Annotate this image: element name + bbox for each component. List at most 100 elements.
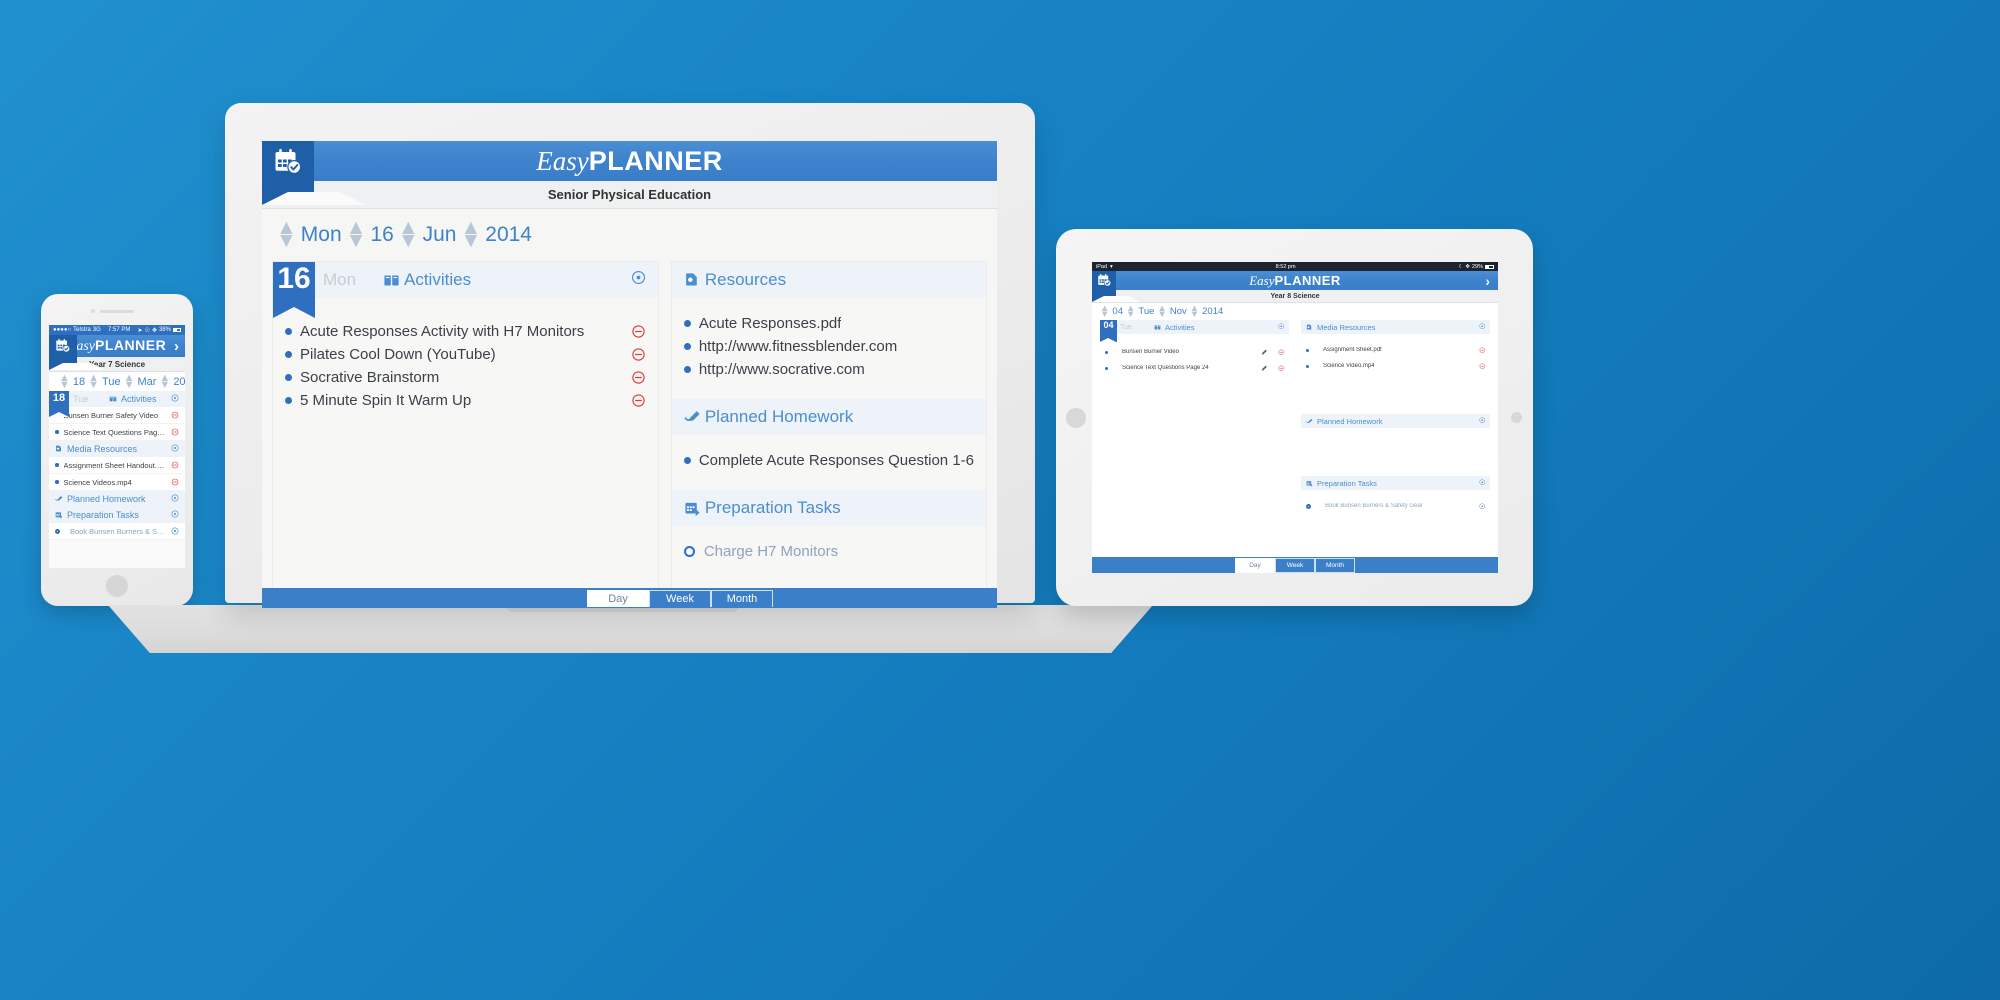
date-weekday[interactable]: Tue xyxy=(1138,306,1154,317)
plus-circle-button[interactable] xyxy=(1478,503,1486,510)
minus-circle-button[interactable] xyxy=(171,411,179,419)
list-item[interactable]: Pilates Cool Down (YouTube) xyxy=(273,343,658,366)
minus-circle-button[interactable] xyxy=(631,370,646,385)
add-item-button[interactable] xyxy=(1478,417,1486,426)
section-header-resources[interactable]: Resources xyxy=(671,262,986,298)
spinner-weekday-icon[interactable]: ▲ ▼ xyxy=(88,373,99,390)
list-item[interactable]: Science Video.mp4 xyxy=(1301,358,1490,374)
section-header-media-resources[interactable]: Media Resources xyxy=(49,441,185,457)
add-item-button[interactable] xyxy=(1478,479,1486,488)
list-item[interactable]: Science Videos.mp4 xyxy=(49,474,185,491)
plus-circle-icon xyxy=(1277,323,1284,330)
add-item-button[interactable] xyxy=(1277,323,1285,332)
next-chevron-icon[interactable]: › xyxy=(1485,273,1490,289)
section-header-activities[interactable]: Activities Mon xyxy=(273,262,658,298)
next-chevron-icon[interactable]: › xyxy=(174,338,179,355)
list-item[interactable]: Assignment Sheet Handout.pdf xyxy=(49,457,185,474)
section-label-wrap: Planned Homework xyxy=(1306,417,1382,426)
spinner-day-icon[interactable]: ▲ ▼ xyxy=(1100,304,1109,319)
list-item[interactable]: Socrative Brainstorm xyxy=(273,366,658,389)
section-header-activities[interactable]: Activities Tue xyxy=(1100,320,1289,334)
date-year[interactable]: 2014 xyxy=(1202,306,1223,317)
task-checkbox[interactable] xyxy=(55,528,60,534)
plus-circle-button[interactable] xyxy=(171,527,179,535)
spinner-month-icon[interactable]: ▲ ▼ xyxy=(124,373,135,390)
list-item[interactable]: Bunsen Burner Video xyxy=(1100,344,1289,360)
view-tab-month[interactable]: Month xyxy=(1315,557,1355,573)
date-year[interactable]: 2014 xyxy=(485,223,532,247)
list-item[interactable]: Bunsen Burner Safety Video xyxy=(49,407,185,424)
phone-status-bar: ●●●●○ Telstra 3G 7:57 PM ➤ ☉ ✥ 38% xyxy=(49,325,185,335)
list-item[interactable]: 5 Minute Spin It Warm Up xyxy=(273,389,658,412)
minus-circle-button[interactable] xyxy=(1278,365,1285,372)
date-day[interactable]: 16 xyxy=(370,223,393,247)
section-header-activities[interactable]: Activities Tue xyxy=(49,391,185,407)
add-item-button[interactable] xyxy=(1478,323,1486,332)
list-item[interactable]: Complete Acute Responses Question 1-6 xyxy=(672,449,986,472)
date-day[interactable]: 18 xyxy=(73,376,85,388)
tablet-home-button[interactable] xyxy=(1066,407,1086,428)
section-header-media-resources[interactable]: Media Resources xyxy=(1301,320,1490,334)
list-item[interactable]: Acute Responses.pdf xyxy=(672,312,986,335)
spinner-day-icon[interactable]: ▲ ▼ xyxy=(346,218,367,251)
minus-circle-button[interactable] xyxy=(171,461,179,469)
spinner-year-icon[interactable]: ▲ ▼ xyxy=(159,373,170,390)
date-year[interactable]: 2014 xyxy=(173,376,185,388)
minus-circle-button[interactable] xyxy=(631,324,646,339)
section-header-planned-homework[interactable]: Planned Homework xyxy=(1301,414,1490,428)
phone-home-button[interactable] xyxy=(106,575,128,597)
minus-circle-button[interactable] xyxy=(1479,363,1486,370)
add-item-button[interactable] xyxy=(631,270,646,290)
list-item[interactable]: http://www.fitnessblender.com xyxy=(672,335,986,358)
section-header-preparation-tasks[interactable]: Preparation Tasks xyxy=(1301,476,1490,490)
section-header-planned-homework[interactable]: Planned Homework xyxy=(49,491,185,507)
spinner-year-icon[interactable]: ▲ ▼ xyxy=(1190,304,1199,319)
date-weekday[interactable]: Mon xyxy=(301,223,342,247)
date-month[interactable]: Mar xyxy=(137,376,156,388)
list-item-label: Complete Acute Responses Question 1-6 xyxy=(698,452,974,469)
spinner-month-icon[interactable]: ▲ ▼ xyxy=(398,218,419,251)
spinner-weekday-icon[interactable]: ▲ ▼ xyxy=(276,218,297,251)
minus-circle-button[interactable] xyxy=(171,428,179,436)
add-item-button[interactable] xyxy=(171,394,179,404)
add-item-button[interactable] xyxy=(171,510,179,520)
list-item[interactable]: Science Text Questions Page 24 xyxy=(49,424,185,441)
tablet-screen: iPad ▾ 8:52 pm ☾ ✥ 29% EasyPLANNER › Yea… xyxy=(1092,262,1498,573)
spinner-day-icon[interactable]: ▲ ▼ xyxy=(59,373,70,390)
spinner-year-icon[interactable]: ▲ ▼ xyxy=(460,218,481,251)
list-item[interactable]: Acute Responses Activity with H7 Monitor… xyxy=(273,320,658,343)
add-item-button[interactable] xyxy=(171,494,179,504)
minus-circle-button[interactable] xyxy=(1479,347,1486,354)
task-checkbox[interactable] xyxy=(1306,503,1311,509)
list-item[interactable]: Assignment Sheet.pdf xyxy=(1301,342,1490,358)
day-flag-weekday: Mon xyxy=(323,270,357,289)
minus-circle-button[interactable] xyxy=(1278,349,1285,356)
list-item[interactable]: Science Text Questions Page 24 xyxy=(1100,360,1289,376)
spinner-month-icon[interactable]: ▲ ▼ xyxy=(1157,304,1166,319)
date-weekday[interactable]: Tue xyxy=(102,376,121,388)
date-month[interactable]: Jun xyxy=(423,223,457,247)
date-month[interactable]: Nov xyxy=(1170,306,1187,317)
flag-spacer xyxy=(273,298,658,320)
view-tab-month[interactable]: Month xyxy=(711,589,773,607)
pencil-button[interactable] xyxy=(1261,365,1268,372)
list-item[interactable]: Book Bunsen Burners & Safety Equipment xyxy=(49,523,185,540)
list-item[interactable]: Book Bunsen Burners & Safety Gear xyxy=(1301,498,1490,514)
pencil-button[interactable] xyxy=(1261,349,1268,356)
view-tab-day[interactable]: Day xyxy=(1235,557,1275,573)
view-tab-week[interactable]: Week xyxy=(649,589,711,607)
view-tab-week[interactable]: Week xyxy=(1275,557,1315,573)
date-day[interactable]: 04 xyxy=(1112,306,1123,317)
list-item[interactable]: http://www.socrative.com xyxy=(672,358,986,381)
spinner-weekday-icon[interactable]: ▲ ▼ xyxy=(1126,304,1135,319)
section-header-planned-homework[interactable]: Planned Homework xyxy=(671,399,986,435)
list-item[interactable]: Charge H7 Monitors xyxy=(672,540,986,563)
view-tab-day[interactable]: Day xyxy=(587,589,649,607)
minus-circle-button[interactable] xyxy=(631,393,646,408)
minus-circle-button[interactable] xyxy=(631,347,646,362)
minus-circle-button[interactable] xyxy=(171,478,179,486)
add-item-button[interactable] xyxy=(171,444,179,454)
task-checkbox[interactable] xyxy=(683,546,695,557)
section-header-preparation-tasks[interactable]: Preparation Tasks xyxy=(49,507,185,523)
section-header-preparation-tasks[interactable]: Preparation Tasks xyxy=(671,490,986,526)
